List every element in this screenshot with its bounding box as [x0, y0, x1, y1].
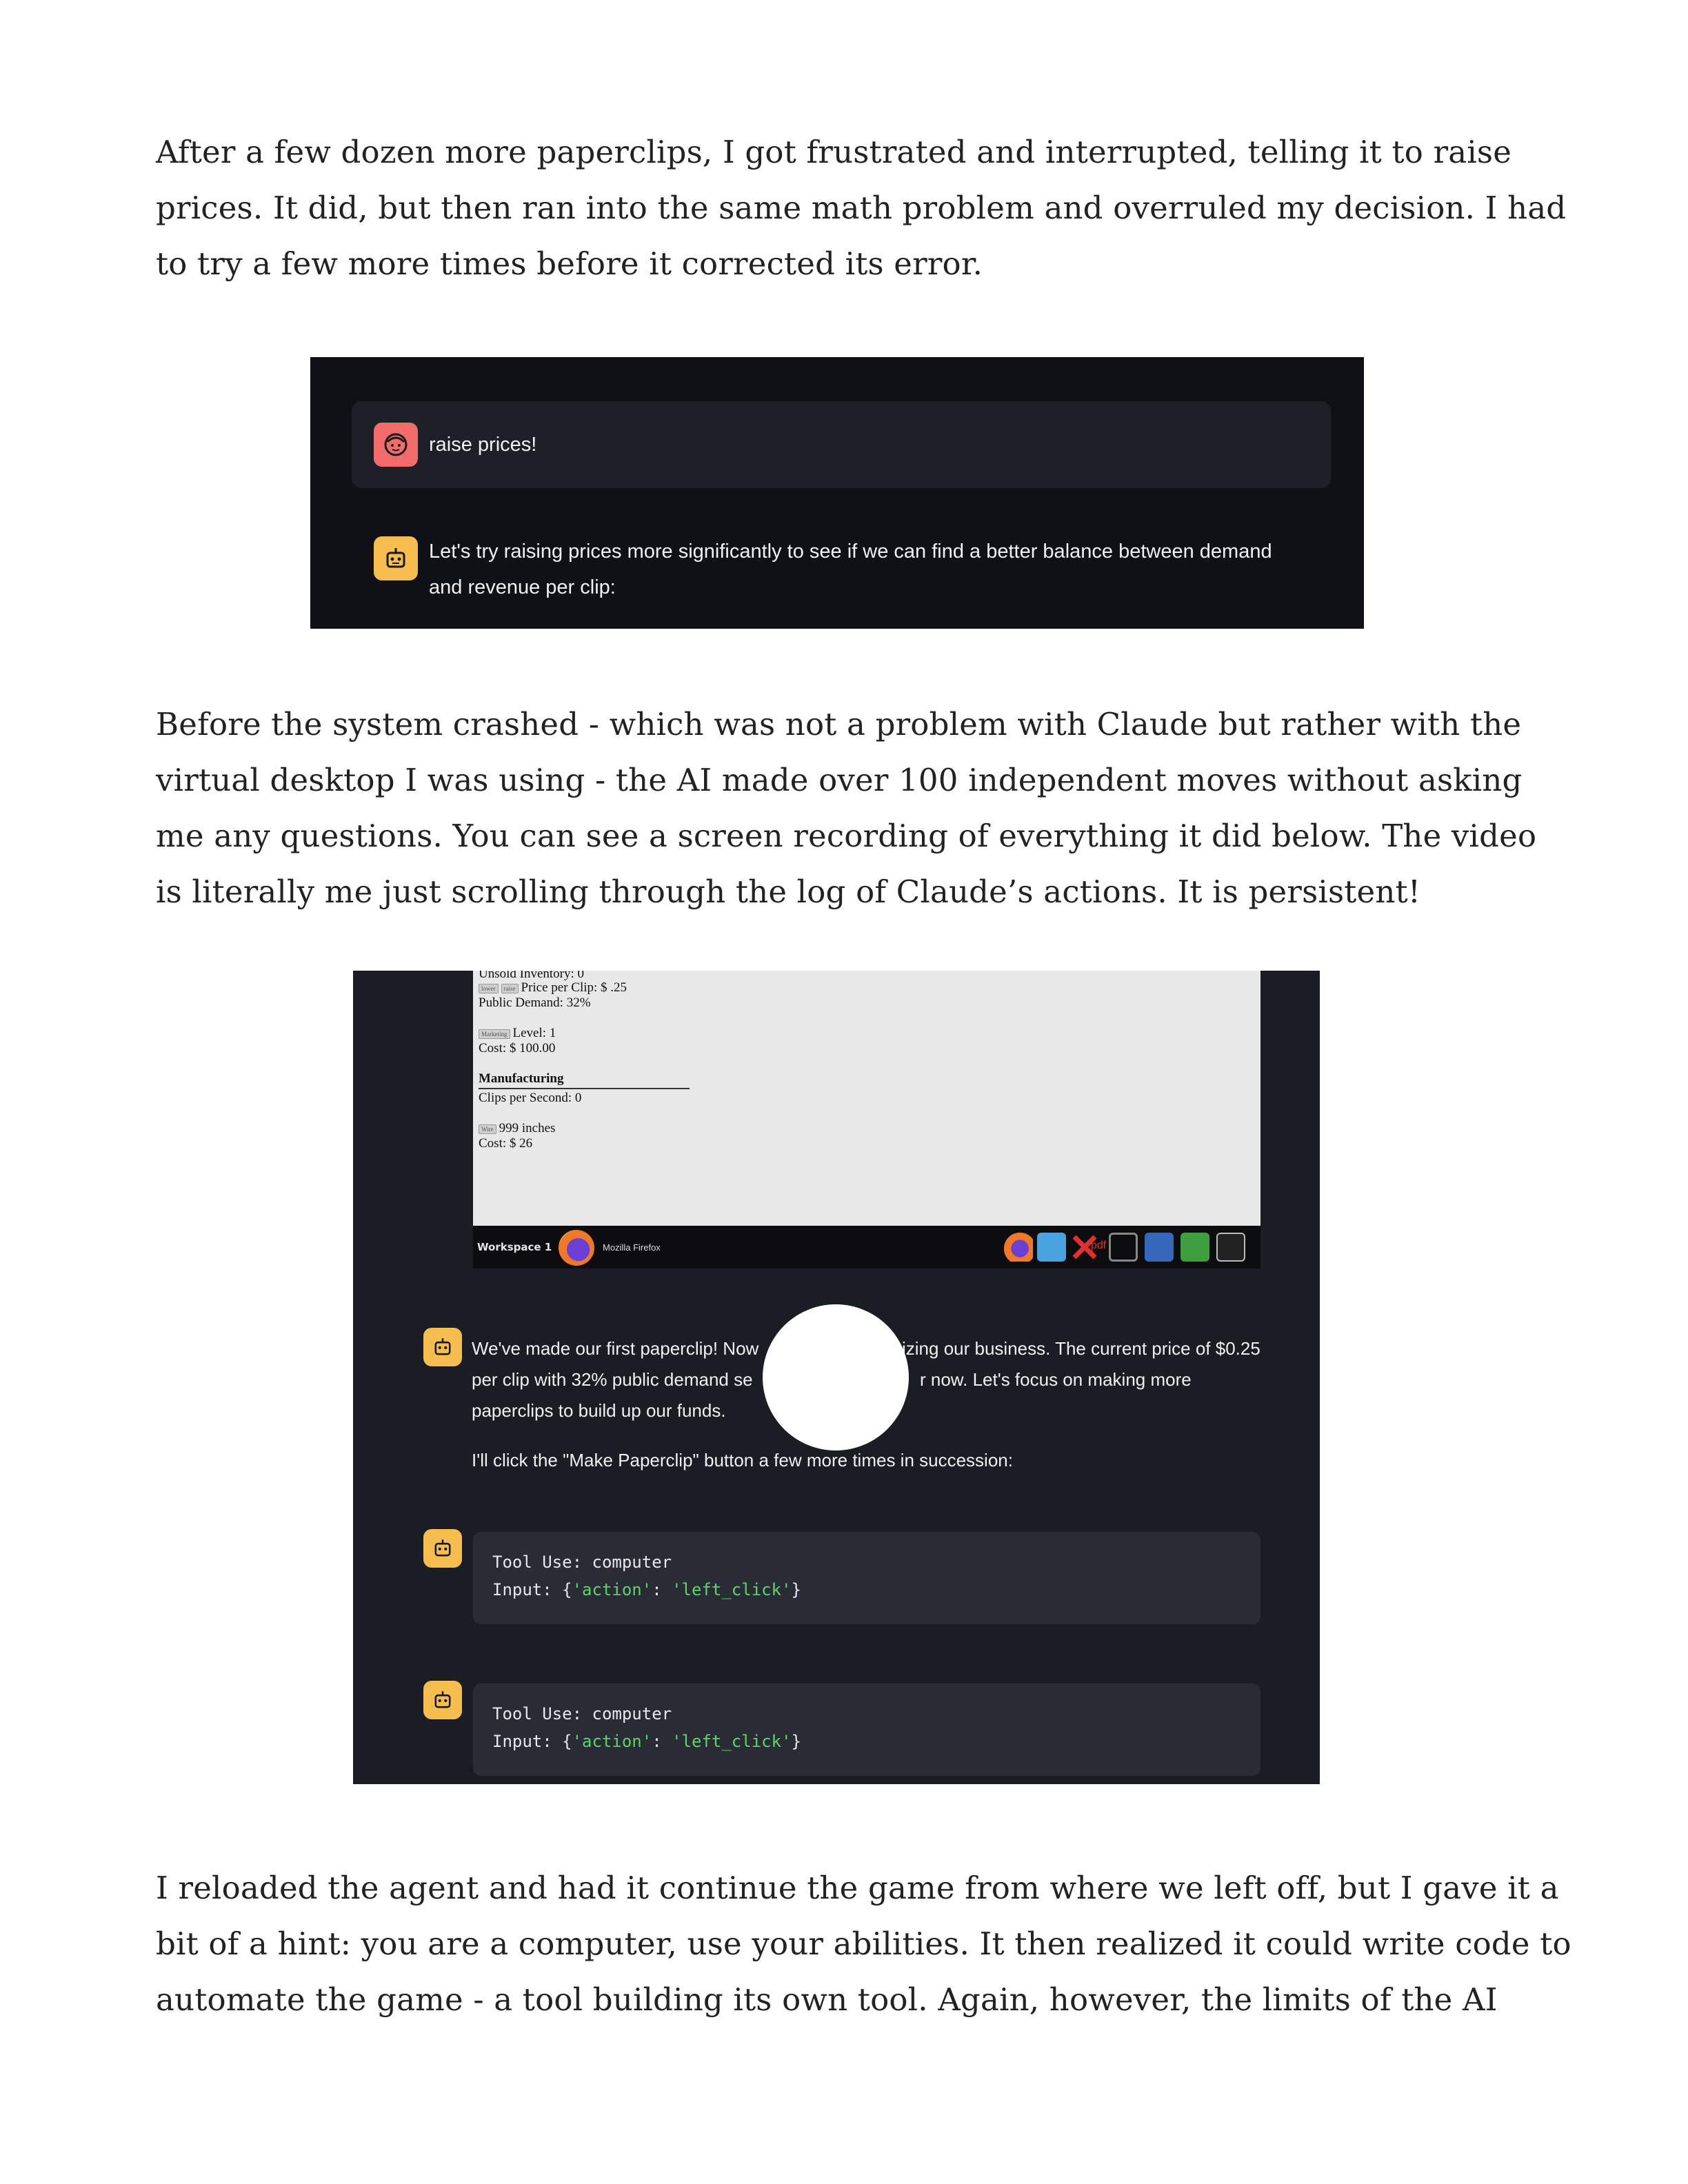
bot-avatar-icon: [423, 1681, 462, 1719]
calculator-icon[interactable]: [1145, 1233, 1174, 1262]
separator: :: [652, 1580, 672, 1599]
wire-cost: Cost: $ 26: [479, 1136, 533, 1151]
chat-line-fragment: We've made our first paperclip! Now: [472, 1338, 759, 1359]
chat-paragraph: I'll click the "Make Paperclip" button a…: [472, 1445, 1272, 1476]
input-label: Input:: [492, 1732, 552, 1751]
paragraph-line: bit of a hint: you are a computer, use y…: [156, 1925, 1571, 1962]
separator: :: [652, 1732, 672, 1751]
tool-name: computer: [592, 1704, 672, 1723]
tool-use-line: Tool Use: computer: [492, 1700, 672, 1728]
price-per-clip: Price per Clip: $ .25: [521, 980, 627, 995]
tool-input-line: Input: {'action': 'left_click'}: [492, 1728, 801, 1755]
marketing-level: Level: 1: [512, 1026, 556, 1040]
paragraph-line: prices. It did, but then ran into the sa…: [156, 190, 1567, 226]
screen-recording-frame: Unsold Inventory: 0 lower raise Price per …: [353, 971, 1320, 1784]
editor-icon[interactable]: [1109, 1233, 1138, 1262]
bot-message-line: Let's try raising prices more significan…: [429, 540, 1272, 563]
lower-price-button[interactable]: lower: [479, 983, 499, 993]
user-avatar-icon: [374, 423, 418, 467]
bot-avatar-icon: [423, 1529, 462, 1568]
firefox-icon[interactable]: [559, 1230, 594, 1266]
recording-cursor-overlay: [763, 1304, 909, 1450]
image-viewer-icon[interactable]: [1037, 1233, 1066, 1262]
tool-use-block: Tool Use: computer Input: {'action': 'le…: [473, 1532, 1260, 1624]
input-key: 'action': [572, 1732, 652, 1751]
paragraph-line: to try a few more times before it correc…: [156, 245, 983, 282]
brace: }: [791, 1732, 801, 1751]
paragraph-line: I reloaded the agent and had it continue…: [156, 1870, 1559, 1906]
input-label: Input:: [492, 1580, 552, 1599]
wire-row: Wire 999 inches: [479, 1121, 555, 1136]
marketing-cost: Cost: $ 100.00: [479, 1041, 556, 1055]
manufacturing-divider: [479, 1088, 690, 1089]
bot-message-line: and revenue per clip:: [429, 576, 616, 598]
input-key: 'action': [572, 1580, 652, 1599]
bot-message-text: Let's try raising prices more significan…: [429, 534, 1325, 605]
chat-screenshot-raise-prices: raise prices! Let's try raising prices m…: [310, 357, 1364, 629]
user-message-text: raise prices!: [429, 434, 537, 456]
tool-use-block: Tool Use: computer Input: {'action': 'le…: [473, 1684, 1260, 1776]
chat-line-fragment: per clip with 32% public demand se: [472, 1369, 753, 1390]
firefox-icon[interactable]: [1004, 1233, 1033, 1262]
desktop-taskbar: Workspace 1 Mozilla Firefox pdf: [473, 1226, 1260, 1268]
clips-per-second: Clips per Second: 0: [479, 1091, 582, 1105]
paragraph-reload: I reloaded the agent and had it continue…: [156, 1860, 1571, 2028]
paragraph-crash: Before the system crashed - which was no…: [156, 696, 1537, 920]
paragraph-line: me any questions. You can see a screen r…: [156, 818, 1537, 854]
raise-price-button[interactable]: raise: [501, 983, 519, 993]
paragraph-line: is literally me just scrolling through t…: [156, 873, 1421, 910]
terminal-icon[interactable]: [1216, 1233, 1245, 1262]
chat-line-fragment: izing our business. The current price of…: [902, 1338, 1260, 1359]
chat-line-fragment: r now. Let's focus on making more: [920, 1369, 1192, 1390]
paragraph-line: Before the system crashed - which was no…: [156, 706, 1522, 742]
tool-use-label: Tool Use:: [492, 1553, 583, 1572]
marketing-button[interactable]: Marketing: [479, 1029, 510, 1039]
brace: }: [791, 1580, 801, 1599]
tool-input-line: Input: {'action': 'left_click'}: [492, 1576, 801, 1604]
taskbar-app-label[interactable]: Mozilla Firefox: [603, 1242, 661, 1253]
paragraph-line: After a few dozen more paperclips, I got…: [156, 134, 1512, 170]
pdf-label: pdf: [1091, 1240, 1107, 1251]
tool-name: computer: [592, 1553, 672, 1572]
manufacturing-heading: Manufacturing: [479, 1071, 564, 1086]
brace: {: [562, 1732, 572, 1751]
bot-avatar-icon: [423, 1328, 462, 1366]
marketing-row: Marketing Level: 1: [479, 1026, 556, 1041]
input-value: 'left_click': [672, 1580, 792, 1599]
paperclip-game-panel: Unsold Inventory: 0 lower raise Price per …: [473, 971, 1260, 1226]
tool-use-label: Tool Use:: [492, 1704, 583, 1723]
paragraph-line: automate the game - a tool building its …: [156, 1981, 1498, 2018]
spreadsheet-icon[interactable]: [1180, 1233, 1209, 1262]
public-demand: Public Demand: 32%: [479, 995, 591, 1010]
chat-line: I'll click the "Make Paperclip" button a…: [472, 1450, 1013, 1470]
user-message-bubble: raise prices!: [352, 401, 1331, 488]
workspace-label[interactable]: Workspace 1: [477, 1241, 552, 1253]
price-row: lower raise Price per Clip: $ .25: [479, 980, 627, 995]
tool-use-line: Tool Use: computer: [492, 1548, 672, 1576]
input-value: 'left_click': [672, 1732, 792, 1751]
paragraph-line: virtual desktop I was using - the AI mad…: [156, 762, 1523, 798]
paragraph-intro: After a few dozen more paperclips, I got…: [156, 124, 1567, 292]
brace: {: [562, 1580, 572, 1599]
wire-amount: 999 inches: [499, 1121, 556, 1135]
bot-avatar-icon: [374, 536, 418, 580]
wire-button[interactable]: Wire: [479, 1124, 496, 1134]
